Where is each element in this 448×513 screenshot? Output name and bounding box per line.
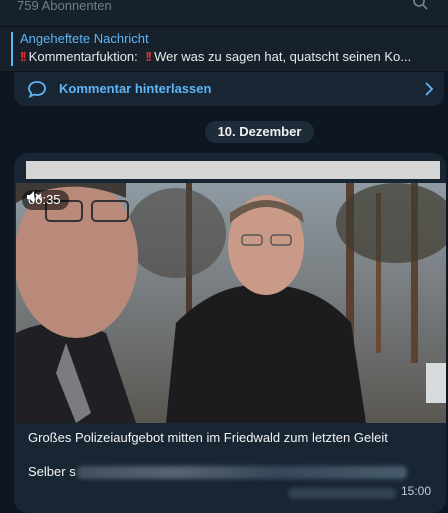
video-duration-badge: 00:35: [22, 190, 69, 210]
post-text-line: Selber s: [28, 464, 407, 480]
leave-comment-button[interactable]: Kommentar hinterlassen: [14, 72, 444, 106]
double-exclamation-icon: !!: [20, 49, 27, 64]
pinned-accent-bar: [11, 32, 13, 66]
pinned-text-part1: Kommentarfuktion:: [28, 49, 138, 64]
pinned-title: Angeheftete Nachricht: [20, 31, 149, 46]
comment-bubble-icon: [28, 81, 46, 98]
pinned-message[interactable]: Angeheftete Nachricht !! Kommentarfuktion…: [0, 27, 448, 71]
search-icon[interactable]: [412, 0, 428, 10]
blurred-meta: [288, 488, 396, 499]
video-frame-image: [16, 183, 446, 423]
muted-speaker-icon[interactable]: [26, 190, 42, 204]
pinned-text-part2: Wer was zu sagen hat, quatscht seinen Ko…: [154, 49, 412, 64]
pinned-text: !! Kommentarfuktion: !! Wer was zu sagen h…: [20, 49, 411, 64]
message-bubble[interactable]: 00:35 Großes Polizeiaufgebot mitten im F…: [14, 153, 446, 513]
post-caption: Großes Polizeiaufgebot mitten im Friedwa…: [28, 430, 388, 445]
blurred-text: [76, 466, 407, 480]
subscriber-count: 759 Abonnenten: [17, 0, 112, 13]
message-time: 15:00: [401, 484, 432, 498]
chevron-right-icon: [425, 82, 434, 96]
double-exclamation-icon: !!: [145, 49, 152, 64]
redacted-header-bar: [26, 161, 440, 179]
post-text-visible: Selber s: [28, 464, 76, 479]
channel-header: 759 Abonnenten: [0, 0, 448, 27]
date-separator: 10. Dezember: [205, 121, 314, 143]
video-preview[interactable]: 00:35: [16, 183, 446, 423]
leave-comment-label: Kommentar hinterlassen: [59, 81, 212, 96]
